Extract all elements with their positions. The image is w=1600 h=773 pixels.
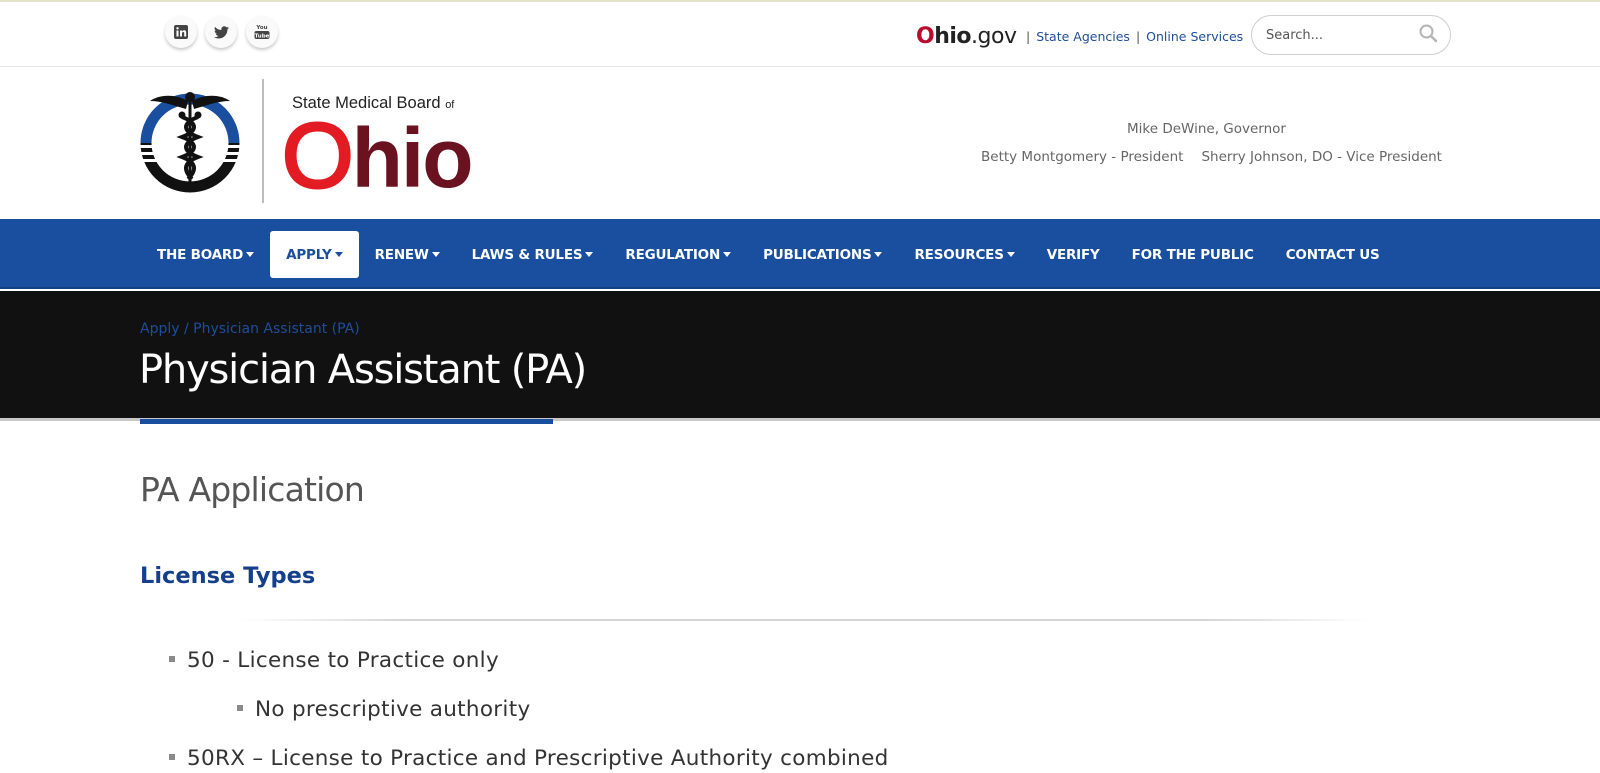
caret-down-icon — [246, 252, 255, 257]
caret-down-icon — [723, 252, 732, 257]
nav-item-the-board[interactable]: THE BOARD — [141, 231, 270, 278]
header-divider — [262, 79, 264, 203]
nav-item-label: APPLY — [286, 246, 332, 263]
vice-president-text: Sherry Johnson, DO - Vice President — [1201, 149, 1442, 165]
list-item: 50 - License to Practice only — [169, 648, 499, 673]
breadcrumb-separator: / — [179, 321, 194, 337]
caret-down-icon — [431, 252, 440, 257]
separator: | — [1026, 29, 1031, 44]
svg-text:You: You — [255, 25, 267, 31]
breadcrumb: Apply / Physician Assistant (PA) — [140, 321, 360, 337]
top-links: | State Agencies | Online Services — [1026, 29, 1243, 44]
nav-item-label: CONTACT US — [1285, 246, 1380, 263]
main-nav: THE BOARD APPLY RENEW LAWS & RULES REGULATIO… — [0, 219, 1600, 289]
nav-item-label: FOR THE PUBLIC — [1131, 246, 1254, 263]
nav-item-laws-and-rules[interactable]: LAWS & RULES — [456, 231, 610, 278]
section-title: PA Application — [140, 470, 365, 509]
bullet-icon — [169, 656, 175, 662]
nav-item-label: RENEW — [374, 246, 429, 263]
nav-item-label: LAWS & RULES — [471, 246, 583, 263]
caret-down-icon — [334, 252, 343, 257]
nav-item-for-the-public[interactable]: FOR THE PUBLIC — [1116, 231, 1270, 278]
main-nav-list: THE BOARD APPLY RENEW LAWS & RULES REGULATIO… — [141, 231, 1396, 278]
svg-text:Tube: Tube — [255, 33, 270, 39]
caret-down-icon — [1006, 252, 1015, 257]
governor-text: Mike DeWine, Governor — [1127, 121, 1286, 137]
twitter-icon[interactable] — [205, 16, 237, 48]
nav-item-renew[interactable]: RENEW — [359, 231, 456, 278]
nav-item-apply[interactable]: APPLY — [270, 231, 359, 278]
president-text: Betty Montgomery - President — [981, 149, 1184, 165]
nav-item-regulation[interactable]: REGULATION — [609, 231, 747, 278]
search-input[interactable] — [1266, 27, 1406, 43]
list-item: No prescriptive authority — [237, 697, 530, 722]
nav-item-resources[interactable]: RESOURCES — [898, 231, 1030, 278]
page-title: Physician Assistant (PA) — [139, 347, 587, 393]
nav-item-label: REGULATION — [625, 246, 721, 263]
site-header: State Medical Board of Ohio Mike DeWine,… — [0, 67, 1600, 219]
list-item: 50RX – License to Practice and Prescript… — [169, 746, 889, 771]
board-officers: Betty Montgomery - President Sherry Johns… — [981, 149, 1442, 165]
separator: | — [1135, 29, 1141, 44]
state-agencies-link[interactable]: State Agencies — [1036, 29, 1130, 44]
nav-item-verify[interactable]: VERIFY — [1031, 231, 1116, 278]
nav-item-label: THE BOARD — [157, 246, 244, 263]
nav-item-label: PUBLICATIONS — [763, 246, 872, 263]
bullet-icon — [237, 705, 243, 711]
title-accent-bar — [140, 419, 553, 424]
ohio-wordmark-logo[interactable]: Ohio — [281, 109, 474, 204]
linkedin-icon[interactable] — [165, 16, 197, 48]
license-types-heading: License Types — [140, 563, 316, 589]
caduceus-seal-logo[interactable] — [138, 87, 242, 199]
nav-item-label: VERIFY — [1046, 246, 1100, 263]
online-services-link[interactable]: Online Services — [1146, 29, 1243, 44]
breadcrumb-current: Physician Assistant (PA) — [193, 321, 360, 337]
section-divider — [240, 619, 1370, 621]
breadcrumb-apply-link[interactable]: Apply — [140, 321, 180, 337]
page-title-band: Apply / Physician Assistant (PA) Physici… — [0, 291, 1600, 421]
ohio-gov-logo[interactable]: Ohio.gov — [916, 22, 1017, 52]
bullet-icon — [169, 754, 175, 760]
utility-bar: You Tube Ohio.gov | State Agencies | Onli… — [0, 0, 1600, 67]
nav-item-label: RESOURCES — [914, 246, 1004, 263]
caret-down-icon — [874, 252, 883, 257]
youtube-icon[interactable]: You Tube — [246, 16, 278, 48]
nav-item-publications[interactable]: PUBLICATIONS — [747, 231, 898, 278]
nav-item-contact-us[interactable]: CONTACT US — [1270, 231, 1396, 278]
search-icon[interactable] — [1418, 23, 1438, 47]
search-box — [1251, 15, 1451, 55]
caret-down-icon — [585, 252, 594, 257]
